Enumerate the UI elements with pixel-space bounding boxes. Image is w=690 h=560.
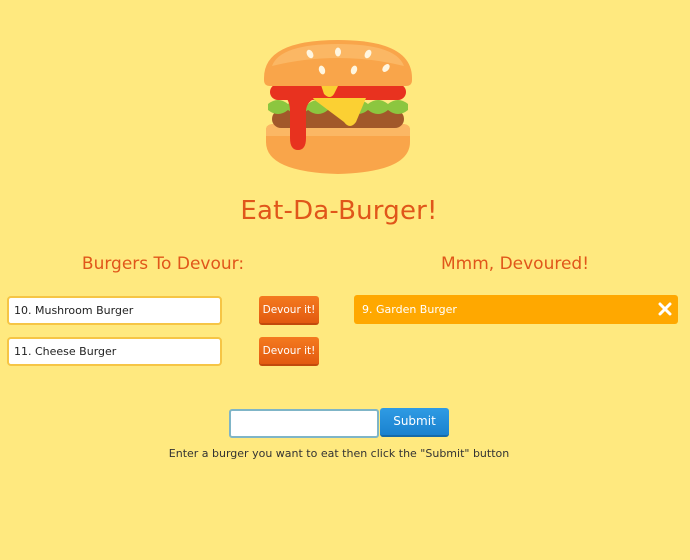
to-devour-heading: Burgers To Devour: (81, 254, 245, 274)
devour-button[interactable]: Devour it! (259, 296, 319, 325)
devoured-heading: Mmm, Devoured! (440, 254, 590, 274)
burger-item-field: 11. Cheese Burger (7, 337, 222, 366)
devoured-item-label: 9. Garden Burger (362, 303, 457, 316)
burger-item-field: 10. Mushroom Burger (7, 296, 222, 325)
page-title: Eat-Da-Burger! (240, 196, 438, 226)
burger-icon (264, 40, 412, 174)
instructions-text: Enter a burger you want to eat then clic… (168, 447, 510, 460)
devour-button[interactable]: Devour it! (259, 337, 319, 366)
close-icon[interactable] (658, 302, 672, 316)
devoured-item: 9. Garden Burger (354, 295, 678, 324)
submit-button[interactable]: Submit (380, 408, 449, 437)
new-burger-input[interactable] (229, 409, 379, 438)
